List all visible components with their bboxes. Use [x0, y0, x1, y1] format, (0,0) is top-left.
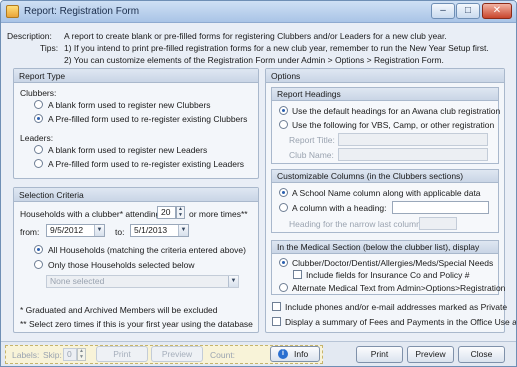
all-households-radio[interactable] — [34, 245, 43, 254]
labels-label: Labels: — [12, 350, 39, 360]
labels-preview-button[interactable]: Preview — [151, 346, 203, 362]
medical-section-group: In the Medical Section (below the clubbe… — [271, 240, 499, 295]
households-label: Households with a clubber* attending — [20, 209, 160, 219]
close-window-button[interactable]: ✕ — [482, 3, 512, 19]
skip-input[interactable]: 0 — [63, 348, 77, 361]
report-icon — [6, 5, 19, 18]
medical-standard-radio[interactable] — [279, 258, 288, 267]
insurance-checkbox[interactable] — [293, 270, 302, 279]
only-households-radio[interactable] — [34, 260, 43, 269]
include-phones-label[interactable]: Include phones and/or e-mail addresses m… — [285, 302, 507, 312]
close-button[interactable]: Close — [458, 346, 505, 363]
info-label: Info — [294, 347, 308, 362]
medical-section-heading: In the Medical Section (below the clubbe… — [272, 241, 498, 254]
to-label: to: — [115, 227, 124, 237]
skip-spinner[interactable]: ▲▼ — [77, 348, 86, 361]
tip-2: 2) You can customize elements of the Reg… — [64, 55, 444, 66]
custom-column-input[interactable] — [392, 201, 489, 214]
title-bar: Report: Registration Form – □ ✕ — [1, 1, 516, 23]
report-headings-heading: Report Headings — [272, 88, 498, 101]
window-title: Report: Registration Form — [24, 6, 139, 17]
count-label: Count: — [210, 350, 235, 360]
from-label: from: — [20, 227, 39, 237]
tip-1: 1) If you intend to print pre-filled reg… — [64, 43, 489, 54]
school-column-radio[interactable] — [279, 188, 288, 197]
selection-criteria-heading: Selection Criteria — [14, 188, 258, 202]
narrow-column-label: Heading for the narrow last column: — [289, 219, 423, 229]
custom-headings-radio[interactable] — [279, 120, 288, 129]
info-icon: i — [278, 349, 288, 359]
maximize-button[interactable]: □ — [456, 3, 480, 19]
times-spinner[interactable]: ▲▼ — [176, 206, 185, 219]
custom-column-radio[interactable] — [279, 203, 288, 212]
footnote-1: * Graduated and Archived Members will be… — [20, 305, 218, 315]
clubber-blank-radio[interactable] — [34, 100, 43, 109]
report-headings-group: Report Headings Use the default headings… — [271, 87, 499, 164]
custom-headings-label[interactable]: Use the following for VBS, Camp, or othe… — [292, 120, 494, 130]
include-phones-checkbox[interactable] — [272, 302, 281, 311]
default-headings-radio[interactable] — [279, 106, 288, 115]
times-suffix: or more times** — [189, 209, 248, 219]
clubber-blank-label[interactable]: A blank form used to register new Clubbe… — [48, 100, 211, 110]
leader-blank-radio[interactable] — [34, 145, 43, 154]
club-name-input[interactable] — [338, 148, 488, 161]
narrow-column-input[interactable] — [419, 217, 457, 230]
report-title-input[interactable] — [338, 133, 488, 146]
minimize-button[interactable]: – — [431, 3, 455, 19]
from-date-dropdown-icon[interactable]: ▼ — [94, 225, 104, 236]
report-type-heading: Report Type — [14, 69, 258, 83]
only-households-label[interactable]: Only those Households selected below — [48, 260, 194, 270]
display-summary-checkbox[interactable] — [272, 317, 281, 326]
description-text: A report to create blank or pre-filled f… — [64, 31, 447, 42]
school-column-label[interactable]: A School Name column along with applicab… — [292, 188, 481, 198]
leader-prefilled-radio[interactable] — [34, 159, 43, 168]
leader-prefilled-label[interactable]: A Pre-filled form used to re-register ex… — [48, 159, 244, 169]
bottom-bar: Labels: Skip: 0 ▲▼ Print Preview Count: … — [1, 341, 516, 367]
medical-alternate-label[interactable]: Alternate Medical Text from Admin>Option… — [292, 283, 505, 293]
medical-alternate-radio[interactable] — [279, 283, 288, 292]
registration-form-window: Report: Registration Form – □ ✕ Descript… — [0, 0, 517, 367]
clubber-prefilled-label[interactable]: A Pre-filled form used to re-register ex… — [48, 114, 247, 124]
club-name-label: Club Name: — [289, 150, 334, 160]
insurance-label[interactable]: Include fields for Insurance Co and Poli… — [306, 270, 469, 280]
custom-columns-heading: Customizable Columns (in the Clubbers se… — [272, 170, 498, 183]
display-summary-label[interactable]: Display a summary of Fees and Payments i… — [285, 317, 517, 327]
selection-criteria-group: Selection Criteria Households with a clu… — [13, 187, 259, 333]
print-button[interactable]: Print — [356, 346, 403, 363]
clubber-prefilled-radio[interactable] — [34, 114, 43, 123]
labels-panel: Labels: Skip: 0 ▲▼ Print Preview Count: … — [5, 345, 323, 364]
clubbers-label: Clubbers: — [20, 88, 56, 98]
default-headings-label[interactable]: Use the default headings for an Awana cl… — [292, 106, 500, 116]
medical-standard-label[interactable]: Clubber/Doctor/Dentist/Allergies/Meds/Sp… — [292, 258, 493, 268]
description-label: Description: — [7, 31, 52, 42]
info-button[interactable]: i Info — [270, 346, 320, 362]
tips-label: Tips: — [40, 43, 58, 54]
labels-print-button[interactable]: Print — [96, 346, 148, 362]
report-title-label: Report Title: — [289, 135, 335, 145]
leader-blank-label[interactable]: A blank form used to register new Leader… — [48, 145, 207, 155]
options-group: Options Report Headings Use the default … — [265, 68, 505, 333]
skip-label: Skip: — [43, 350, 62, 360]
report-type-group: Report Type Clubbers: A blank form used … — [13, 68, 259, 179]
to-date-dropdown-icon[interactable]: ▼ — [178, 225, 188, 236]
leaders-label: Leaders: — [20, 133, 53, 143]
all-households-label[interactable]: All Households (matching the criteria en… — [48, 245, 246, 255]
times-input[interactable]: 20 — [157, 206, 176, 219]
preview-button[interactable]: Preview — [407, 346, 454, 363]
options-heading: Options — [266, 69, 504, 83]
household-select[interactable]: None selected — [46, 275, 239, 288]
custom-column-label[interactable]: A column with a heading: — [292, 203, 387, 213]
footnote-2: ** Select zero times if this is your fir… — [20, 319, 253, 329]
custom-columns-group: Customizable Columns (in the Clubbers se… — [271, 169, 499, 233]
household-dropdown-icon[interactable]: ▼ — [228, 276, 238, 287]
